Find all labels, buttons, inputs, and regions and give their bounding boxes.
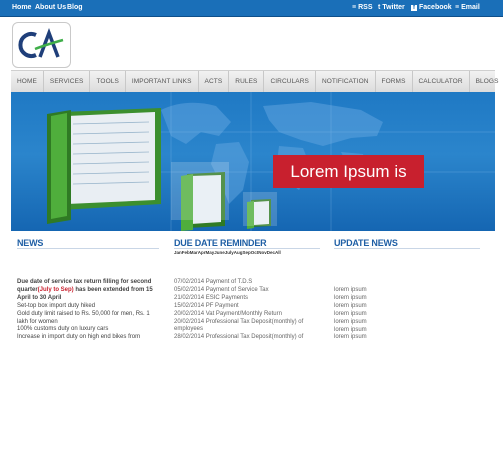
due-date-list: 07/02/2014 Payment of T.D.S 05/02/2014 P… bbox=[174, 279, 324, 342]
top-link-blog[interactable]: Blog bbox=[67, 4, 83, 11]
nav-services[interactable]: SERVICES bbox=[44, 71, 91, 92]
nav-tools[interactable]: TOOLS bbox=[90, 71, 126, 92]
update-item[interactable]: lorem ipsum bbox=[334, 287, 367, 295]
due-date-title: DUE DATE REMINDER bbox=[174, 238, 267, 248]
nav-circulars[interactable]: CIRCULARS bbox=[264, 71, 316, 92]
due-item[interactable]: 05/02/2014 Payment of Service Tax bbox=[174, 287, 324, 295]
news-item[interactable]: Set-top box import duty hiked bbox=[17, 303, 159, 311]
nav-forms[interactable]: FORMS bbox=[376, 71, 413, 92]
news-divider bbox=[17, 248, 159, 249]
due-item[interactable]: 28/02/2014 Professional Tax Deposit(mont… bbox=[174, 334, 324, 342]
due-item[interactable]: 15/02/2014 PF Payment bbox=[174, 303, 324, 311]
nav-important-links[interactable]: IMPORTANT LINKS bbox=[126, 71, 199, 92]
update-item[interactable]: lorem ipsum bbox=[334, 327, 367, 335]
news-item[interactable]: Increase in import duty on high end bike… bbox=[17, 334, 159, 342]
news-list: Due date of service tax return filling f… bbox=[17, 279, 159, 342]
due-item[interactable]: 20/02/2014 Vat Payment/Monthly Return bbox=[174, 311, 324, 319]
facebook-icon: f bbox=[411, 5, 417, 11]
rss-icon: ≡ bbox=[352, 4, 357, 11]
top-link-facebook-label: Facebook bbox=[419, 4, 452, 11]
news-item[interactable]: 100% customs duty on luxury cars bbox=[17, 326, 159, 334]
due-divider bbox=[174, 248, 320, 249]
banner-caption: Lorem Ipsum is bbox=[273, 155, 424, 188]
site-logo[interactable] bbox=[12, 22, 71, 68]
news-item[interactable]: Gold duty limit raised to Rs. 50,000 for… bbox=[17, 311, 159, 327]
top-link-email[interactable]: ≡ Email bbox=[455, 4, 480, 11]
top-link-home[interactable]: Home bbox=[12, 4, 31, 11]
top-bar: Home About Us Blog ≡ RSS t Twitter f Facebo… bbox=[0, 0, 503, 17]
due-item[interactable]: 07/02/2014 Payment of T.D.S bbox=[174, 279, 324, 287]
nav-home[interactable]: HOME bbox=[11, 71, 44, 92]
nav-acts[interactable]: ACTS bbox=[199, 71, 230, 92]
binder-large-icon bbox=[47, 108, 161, 224]
top-link-rss-label: RSS bbox=[358, 4, 373, 11]
top-link-facebook[interactable]: f Facebook bbox=[411, 4, 452, 11]
update-item[interactable]: lorem ipsum bbox=[334, 319, 367, 327]
update-item[interactable]: lorem ipsum bbox=[334, 295, 367, 303]
month-filter[interactable]: JanFebMarAprMayJuneJulyAugSepOctNovDecAl… bbox=[174, 250, 281, 255]
update-news-list: lorem ipsum lorem ipsum lorem ipsum lore… bbox=[334, 287, 367, 342]
news-lead-item[interactable]: Due date of service tax return filling f… bbox=[17, 279, 159, 303]
update-item[interactable]: lorem ipsum bbox=[334, 311, 367, 319]
nav-rules[interactable]: RULES bbox=[229, 71, 265, 92]
top-link-about[interactable]: About Us bbox=[35, 4, 66, 11]
news-lead-highlight: (July to Sep) bbox=[37, 286, 74, 293]
due-item[interactable]: 20/02/2014 Professional Tax Deposit(mont… bbox=[174, 319, 324, 335]
top-link-twitter-label: Twitter bbox=[382, 4, 405, 11]
due-item[interactable]: 21/02/2014 ESIC Payments bbox=[174, 295, 324, 303]
update-item[interactable]: lorem ipsum bbox=[334, 303, 367, 311]
main-nav: HOME SERVICES TOOLS IMPORTANT LINKS ACTS… bbox=[11, 70, 498, 93]
nav-calculator[interactable]: CALCULATOR bbox=[413, 71, 470, 92]
nav-notification[interactable]: NOTIFICATION bbox=[316, 71, 376, 92]
hero-banner: Lorem Ipsum is bbox=[11, 92, 495, 231]
top-link-rss[interactable]: ≡ RSS bbox=[352, 4, 373, 11]
twitter-icon: t bbox=[378, 4, 381, 11]
ca-logo-icon bbox=[18, 28, 64, 58]
top-link-email-label: Email bbox=[461, 4, 480, 11]
updates-divider bbox=[334, 248, 480, 249]
update-item[interactable]: lorem ipsum bbox=[334, 334, 367, 342]
top-link-twitter[interactable]: t Twitter bbox=[378, 4, 405, 11]
news-title: NEWS bbox=[17, 238, 44, 248]
update-news-title: UPDATE NEWS bbox=[334, 238, 398, 248]
nav-blogs[interactable]: BLOGS bbox=[470, 71, 503, 92]
email-icon: ≡ bbox=[455, 4, 460, 11]
